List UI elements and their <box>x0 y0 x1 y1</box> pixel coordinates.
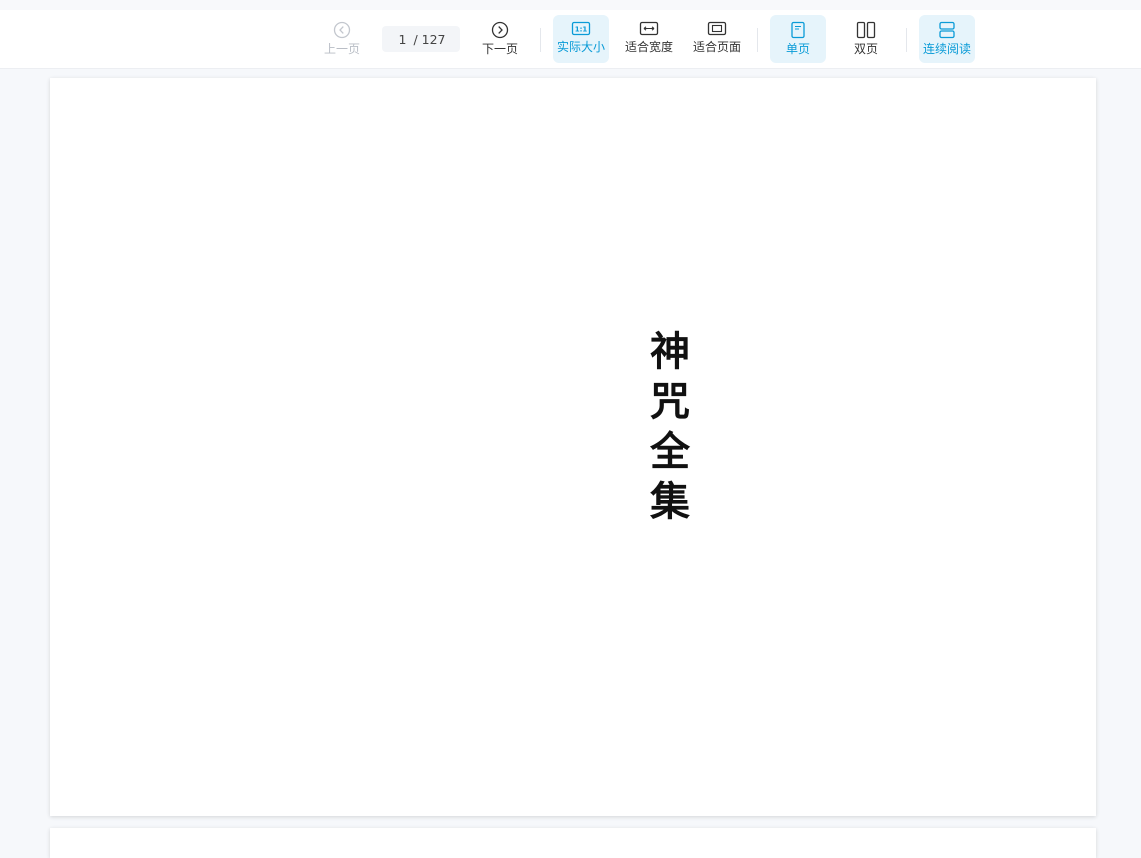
fit-page-icon <box>707 21 727 36</box>
continuous-scroll-icon <box>939 21 955 39</box>
next-document-page <box>50 828 1096 858</box>
single-page-label: 单页 <box>785 42 810 56</box>
chevron-right-circle-icon <box>491 21 509 39</box>
prev-page-label: 上一页 <box>323 42 360 56</box>
toolbar-divider <box>757 28 758 52</box>
continuous-reading-button[interactable]: 连续阅读 <box>919 15 975 63</box>
document-title: 神咒全集 <box>643 330 690 530</box>
double-page-label: 双页 <box>853 42 878 56</box>
svg-text:1:1: 1:1 <box>575 26 588 34</box>
fit-width-label: 适合宽度 <box>624 40 673 54</box>
double-page-icon <box>856 21 876 39</box>
document-page: 神咒全集 <box>50 78 1096 816</box>
next-page-button[interactable]: 下一页 <box>478 15 522 63</box>
actual-size-icon: 1:1 <box>571 21 591 36</box>
toolbar-divider <box>540 28 541 52</box>
continuous-reading-label: 连续阅读 <box>922 42 971 56</box>
prev-page-button[interactable]: 上一页 <box>320 15 364 63</box>
total-pages: / 127 <box>413 31 446 47</box>
actual-size-label: 实际大小 <box>556 40 605 54</box>
viewer-toolbar: 上一页 / 127 下一页 1:1 实际大小 适合宽度 适合页面 <box>0 10 1141 69</box>
fit-page-button[interactable]: 适合页面 <box>689 15 745 63</box>
fit-page-label: 适合页面 <box>692 40 741 54</box>
page-indicator: / 127 <box>382 26 460 52</box>
single-page-icon <box>791 21 805 39</box>
toolbar-divider <box>906 28 907 52</box>
double-page-button[interactable]: 双页 <box>838 15 894 63</box>
page-number-input[interactable] <box>393 31 412 47</box>
fit-width-button[interactable]: 适合宽度 <box>621 15 677 63</box>
single-page-button[interactable]: 单页 <box>770 15 826 63</box>
chevron-left-circle-icon <box>333 21 351 39</box>
fit-width-icon <box>639 21 659 36</box>
actual-size-button[interactable]: 1:1 实际大小 <box>553 15 609 63</box>
next-page-label: 下一页 <box>481 42 518 56</box>
window-top-strip <box>0 0 1141 10</box>
